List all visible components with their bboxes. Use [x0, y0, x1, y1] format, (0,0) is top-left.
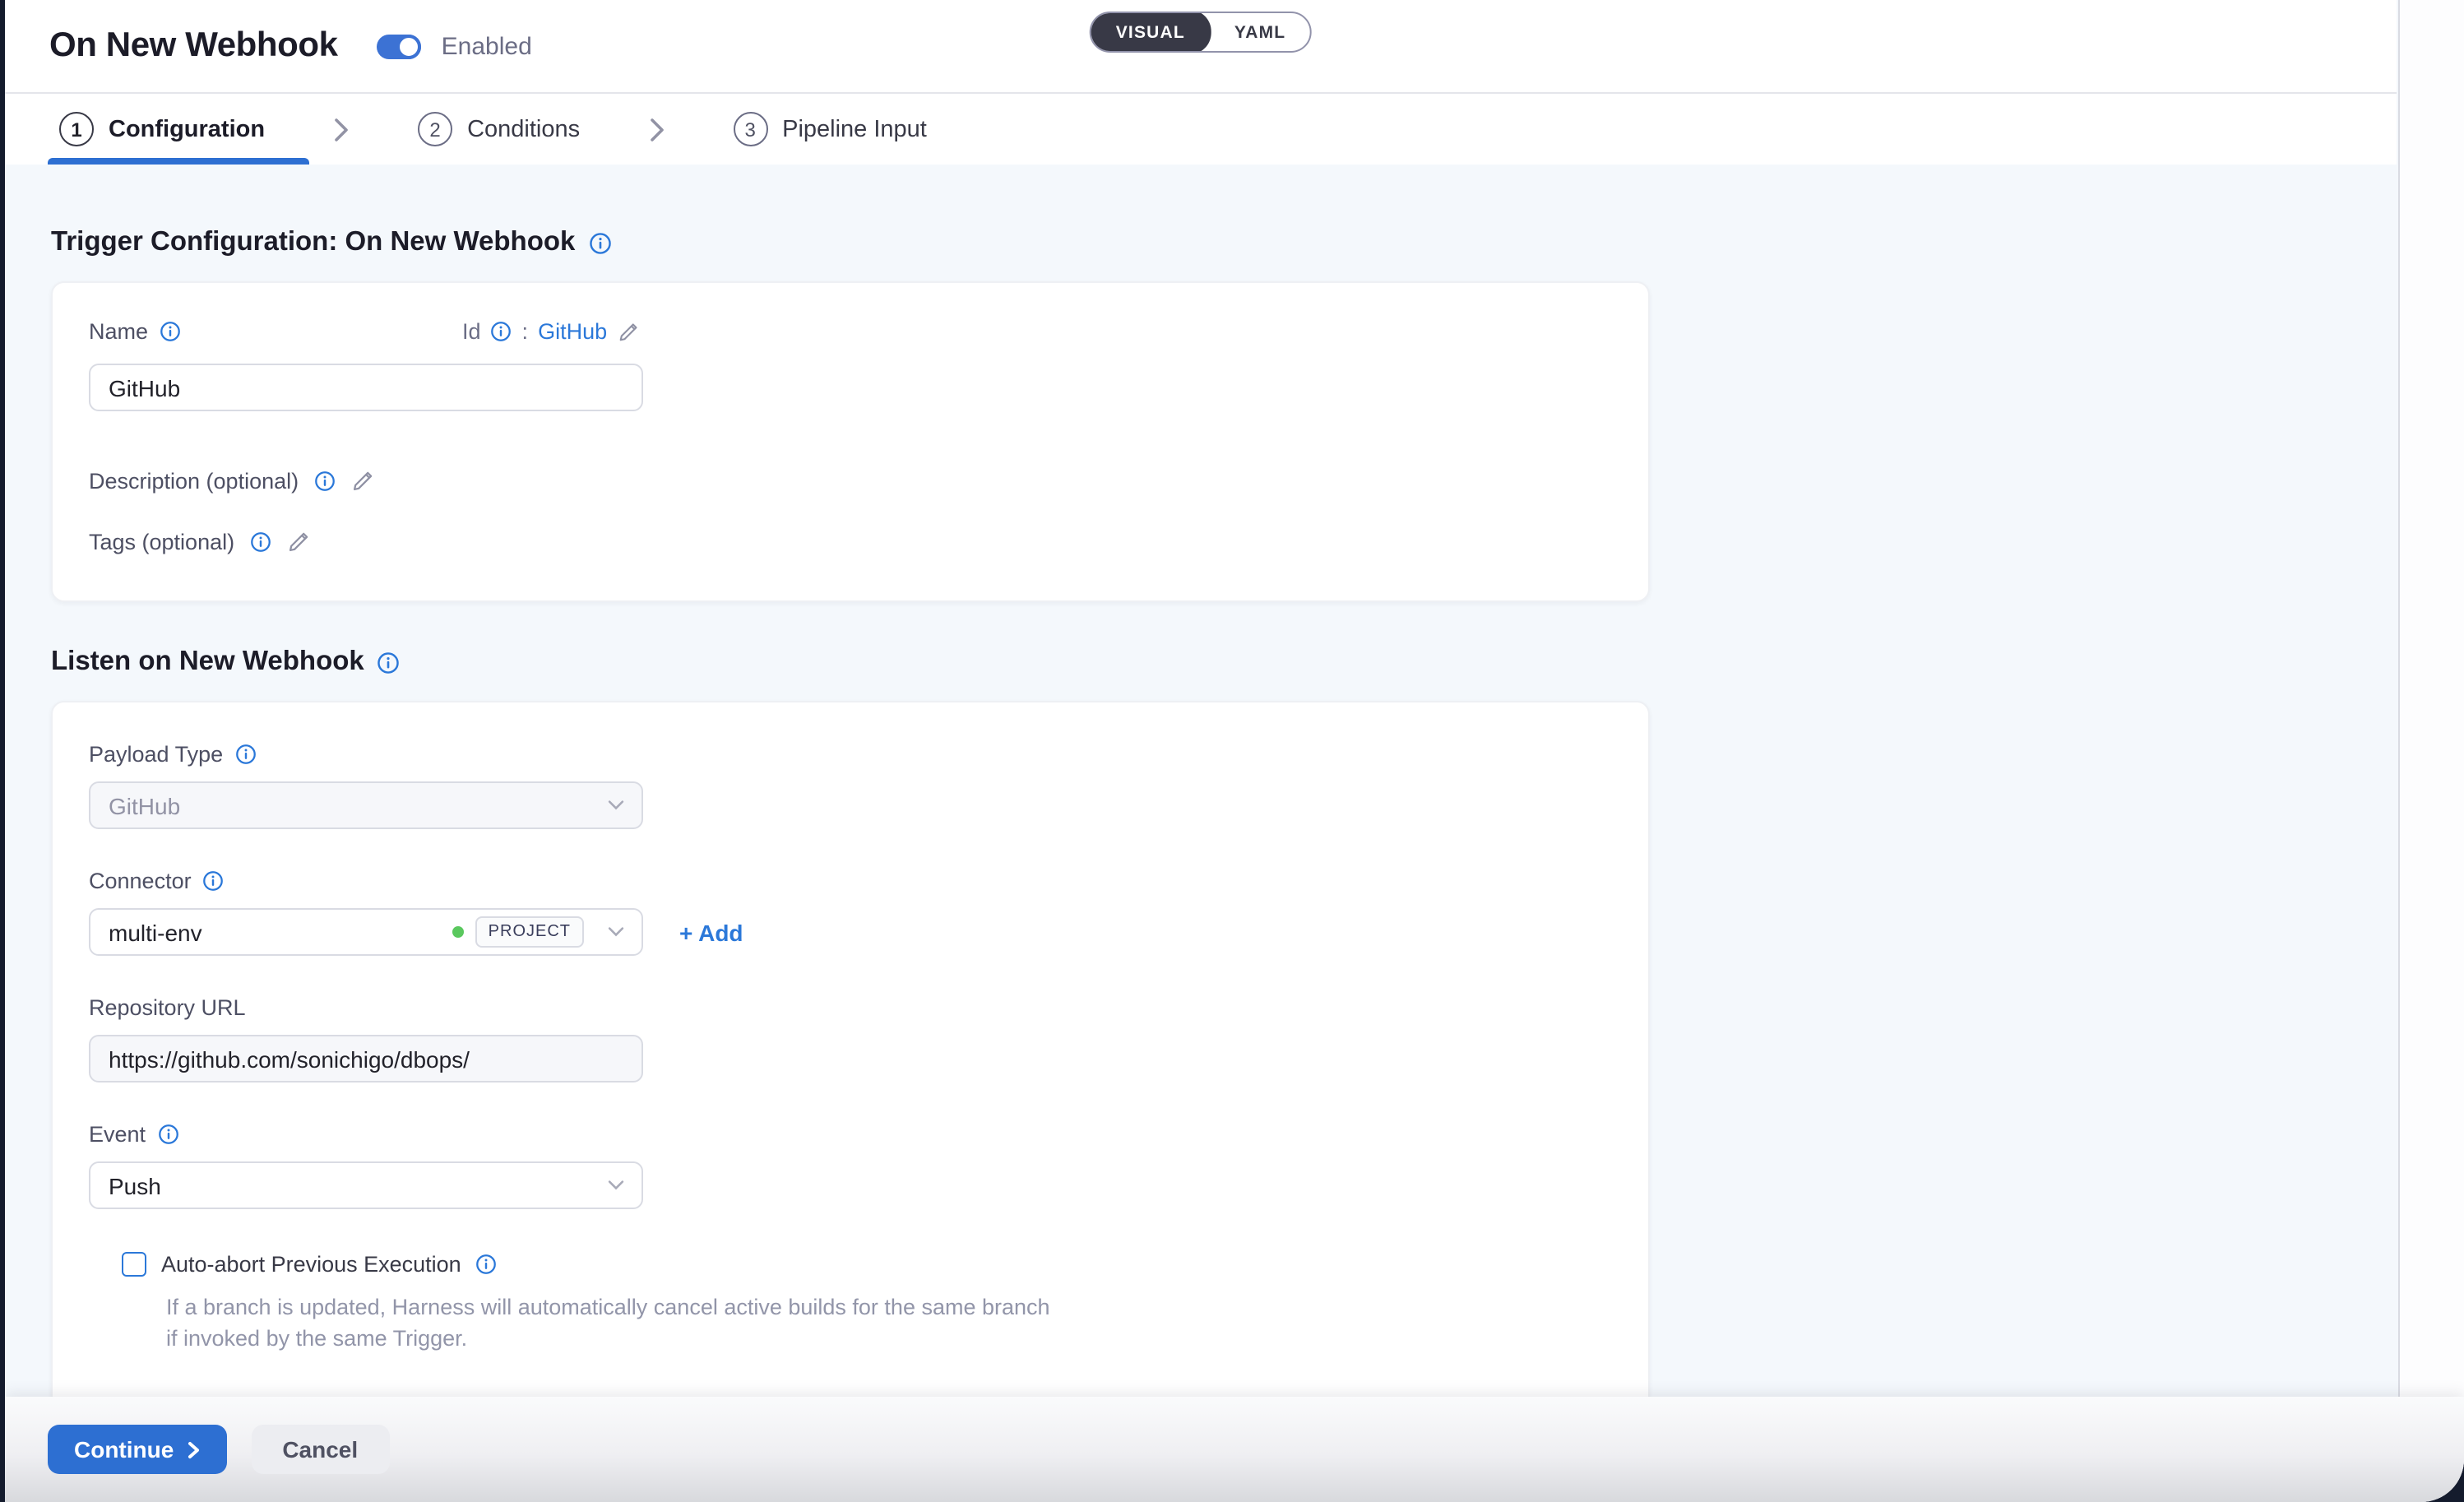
tab-conditions[interactable]: 2 Conditions: [418, 112, 580, 146]
info-icon[interactable]: [234, 744, 256, 765]
id-value-link[interactable]: GitHub: [538, 319, 607, 344]
enabled-toggle-group: Enabled: [377, 32, 532, 60]
page-title: On New Webhook: [49, 26, 338, 66]
repository-url-input[interactable]: [89, 1035, 643, 1082]
drawer-header: On New Webhook Enabled VISUAL YAML: [5, 0, 2397, 94]
payload-type-group: Payload Type GitHub: [89, 742, 1612, 829]
repository-url-group: Repository URL: [89, 995, 1612, 1082]
chevron-down-icon: [607, 1180, 625, 1191]
tab-pipeline-input[interactable]: 3 Pipeline Input: [733, 112, 927, 146]
auto-abort-help: If a branch is updated, Harness will aut…: [166, 1291, 1612, 1354]
cancel-button[interactable]: Cancel: [251, 1425, 389, 1474]
edit-icon[interactable]: [617, 320, 640, 343]
continue-label: Continue: [74, 1436, 174, 1463]
connector-line: multi-env PROJECT + Add: [89, 893, 1612, 956]
event-group: Event Push: [89, 1122, 1612, 1209]
name-id-row: Name Id : GitHub: [89, 319, 1612, 349]
tab-yaml[interactable]: YAML: [1210, 12, 1310, 53]
cancel-label: Cancel: [282, 1436, 358, 1463]
label-text: Name: [89, 319, 148, 344]
chevron-right-icon: [187, 1440, 200, 1458]
chevron-right-icon: [332, 116, 350, 142]
scroll-gutter[interactable]: [2398, 0, 2464, 1502]
label-text: Event: [89, 1122, 146, 1147]
heading-text: Trigger Configuration: On New Webhook: [51, 227, 575, 258]
tags-row: Tags (optional): [89, 530, 1612, 554]
help-line: If a branch is updated, Harness will aut…: [166, 1291, 1612, 1323]
info-icon[interactable]: [377, 651, 401, 674]
edit-icon[interactable]: [285, 530, 310, 554]
info-icon[interactable]: [588, 231, 611, 254]
heading-text: Listen on New Webhook: [51, 647, 364, 678]
wizard-steps: 1 Configuration 2 Conditions 3 Pipeline …: [5, 94, 2397, 165]
trigger-configuration-card: Name Id : GitHub: [51, 281, 1650, 602]
info-icon[interactable]: [249, 531, 271, 553]
step-label: Conditions: [467, 116, 580, 142]
connector-status-dot: [452, 926, 464, 938]
connector-label: Connector: [89, 869, 1612, 893]
id-label: Id: [462, 319, 481, 344]
label-text: Repository URL: [89, 995, 246, 1020]
trigger-wizard-drawer: On New Webhook Enabled VISUAL YAML 1 Con…: [5, 0, 2464, 1502]
auto-abort-row: Auto-abort Previous Execution: [122, 1252, 1612, 1277]
step-label: Pipeline Input: [782, 116, 927, 142]
name-label: Name: [89, 319, 1612, 344]
listen-card: Payload Type GitHub: [51, 701, 1650, 1458]
label-text: Payload Type: [89, 742, 223, 767]
select-value: Push: [109, 1172, 161, 1198]
step-number-badge: 1: [59, 112, 94, 146]
enabled-toggle[interactable]: [377, 34, 422, 58]
label-text: Connector: [89, 869, 192, 893]
info-icon[interactable]: [160, 321, 181, 342]
auto-abort-label: Auto-abort Previous Execution: [161, 1252, 461, 1277]
step-number-badge: 2: [418, 112, 452, 146]
payload-type-label: Payload Type: [89, 742, 1612, 767]
visual-yaml-toggle: VISUAL YAML: [1090, 12, 1313, 53]
name-input[interactable]: [89, 364, 643, 411]
id-row: Id : GitHub: [462, 319, 640, 344]
add-connector-button[interactable]: + Add: [679, 919, 743, 945]
chevron-down-icon: [607, 926, 625, 938]
description-label: Description (optional): [89, 469, 299, 494]
connector-select[interactable]: multi-env PROJECT: [89, 908, 643, 956]
help-line: if invoked by the same Trigger.: [166, 1323, 1612, 1354]
select-value: multi-env: [109, 919, 202, 945]
info-icon[interactable]: [157, 1124, 178, 1145]
select-value: GitHub: [109, 792, 180, 818]
info-icon[interactable]: [313, 471, 335, 492]
tab-configuration[interactable]: 1 Configuration: [59, 112, 265, 146]
configuration-panel: Trigger Configuration: On New Webhook Na…: [5, 165, 2397, 1502]
chevron-down-icon: [607, 800, 625, 811]
active-tab-underline: [48, 158, 309, 165]
info-icon[interactable]: [491, 321, 512, 342]
repository-url-label: Repository URL: [89, 995, 1612, 1020]
connector-group: Connector multi-env PROJECT: [89, 869, 1612, 956]
description-row: Description (optional): [89, 469, 1612, 494]
edit-icon[interactable]: [350, 469, 374, 494]
toggle-knob-icon: [397, 34, 422, 58]
continue-button[interactable]: Continue: [48, 1425, 226, 1474]
trigger-configuration-heading: Trigger Configuration: On New Webhook: [51, 227, 2397, 258]
info-icon[interactable]: [203, 870, 225, 892]
event-select[interactable]: Push: [89, 1161, 643, 1209]
tab-visual[interactable]: VISUAL: [1090, 12, 1211, 53]
wizard-footer: Continue Cancel: [5, 1397, 2464, 1502]
payload-type-select[interactable]: GitHub: [89, 781, 643, 829]
auto-abort-checkbox[interactable]: [122, 1252, 146, 1277]
id-separator: :: [522, 319, 529, 344]
enabled-toggle-label: Enabled: [442, 32, 532, 60]
chevron-right-icon: [647, 116, 665, 142]
info-icon[interactable]: [476, 1254, 498, 1275]
app-root: On New Webhook Enabled VISUAL YAML 1 Con…: [0, 0, 2464, 1502]
listen-heading: Listen on New Webhook: [51, 647, 2397, 678]
tags-label: Tags (optional): [89, 530, 234, 554]
step-number-badge: 3: [733, 112, 767, 146]
step-label: Configuration: [109, 116, 265, 142]
connector-scope-badge: PROJECT: [475, 916, 584, 948]
event-label: Event: [89, 1122, 1612, 1147]
